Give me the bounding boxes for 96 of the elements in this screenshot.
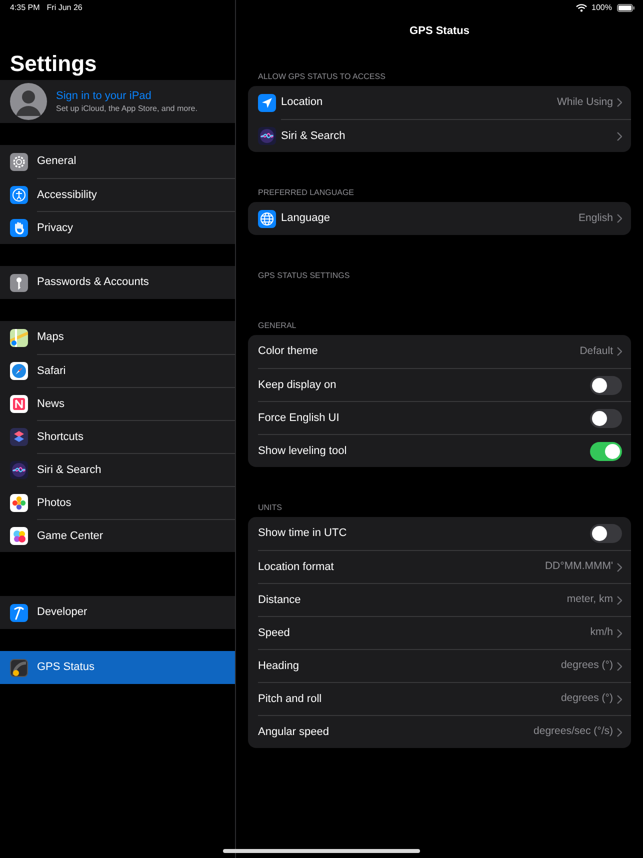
flower-icon [10,494,28,512]
section-header: PREFERRED LANGUAGE [258,187,354,199]
hammer-icon [10,604,28,622]
sidebar-item[interactable]: GPS Status [0,651,235,684]
row-label: Pitch and roll [258,692,323,707]
section-header: GPS STATUS SETTINGS [258,270,350,282]
row-value: Default [580,344,613,359]
sidebar-item-label: GPS Status [37,660,96,676]
siri-icon [258,126,276,144]
row-value: degrees/sec (°/s) [534,724,613,740]
row-value: While Using [556,94,613,110]
sidebar-title: Settings [10,53,97,75]
row-value: degrees (°) [560,658,613,674]
sidebar-item-label: Developer [37,605,88,620]
layers-icon [10,428,28,446]
chevron-icon [617,694,622,704]
account-title: Sign in to your iPad [56,89,152,103]
app-icon [10,658,28,676]
key-icon [10,274,28,292]
account-row[interactable]: Sign in to your iPad Set up iCloud, the App Store, and more. [0,80,235,123]
gear-icon [10,152,28,170]
row-label: Show leveling tool [258,444,348,459]
sidebar-item-label: Privacy [37,211,235,244]
row-label: Heading [258,658,300,674]
sidebar-item-label: News [37,387,235,420]
sidebar-item-label: Maps [37,330,65,346]
settings-row[interactable]: Show leveling tool [248,434,631,467]
sidebar-item-label: Safari [37,354,235,387]
page-title: GPS Status [410,24,470,39]
row-label: Show time in UTC [258,526,348,542]
chevron-icon [617,347,622,356]
settings-row[interactable]: Location While Using [248,86,631,119]
section-header: ALLOW GPS STATUS TO ACCESS [258,71,386,83]
siri-icon [10,460,28,478]
chevron-icon [617,728,622,736]
row-value: DD°MM.MMM' [544,559,613,574]
sidebar-item-label: Siri & Search [37,453,235,486]
settings-row[interactable]: Heading degrees (°) [248,649,631,682]
toggle-switch[interactable] [590,408,622,428]
row-label: Siri & Search [281,128,346,144]
chevron-icon [617,214,622,223]
row-label: Speed [258,626,291,641]
settings-row[interactable]: Speed km/h [248,616,631,649]
row-label: Keep display on [258,378,338,393]
status-time: 4:35 PM [10,2,40,14]
toggle-switch[interactable] [590,524,622,543]
hand-icon [10,218,28,236]
bubbles-icon [10,526,28,544]
row-label: Color theme [258,344,319,360]
sidebar-item-label: Photos [37,486,235,519]
accessibility-icon [10,186,28,204]
globe-icon [258,210,276,228]
chevron-icon [617,132,622,140]
compass-icon [10,362,28,380]
status-date: Fri Jun 26 [46,2,82,14]
row-value: meter, km [566,592,613,608]
wifi-icon [576,4,587,12]
row-label: Location format [258,560,335,575]
settings-row[interactable]: Force English UI [248,401,631,434]
row-label: Language [281,211,331,226]
account-subtitle: Set up iCloud, the App Store, and more. [56,103,198,114]
settings-row[interactable]: Distance meter, km [248,583,631,616]
row-value: English [578,210,613,226]
chevron-icon [617,596,622,604]
avatar-silhouette-icon [10,83,47,120]
sidebar-item-label: Shortcuts [37,420,235,453]
sidebar-item-label: General [37,154,78,170]
newspaper-icon [10,394,28,412]
row-label: Force English UI [258,410,340,426]
battery-percent: 100% [592,2,612,14]
row-value: degrees (°) [560,691,613,706]
row-label: Location [281,95,324,110]
map-icon [10,328,28,346]
sidebar-item-label: Accessibility [37,178,235,211]
settings-row[interactable]: Keep display on [248,368,631,401]
settings-row[interactable]: Show time in UTC [248,517,631,550]
row-label: Angular speed [258,724,330,740]
battery-icon [617,4,635,12]
sidebar-item-label: Passwords & Accounts [37,275,150,290]
settings-row[interactable]: Language English [248,202,631,235]
row-label: Distance [258,592,302,608]
chevron-icon [617,662,622,670]
section-header: UNITS [258,502,282,514]
chevron-icon [617,628,622,638]
settings-row[interactable]: Pitch and roll degrees (°) [248,682,631,715]
settings-row[interactable]: Siri & Search [248,119,631,152]
chevron-icon [617,562,622,572]
settings-row[interactable]: Location format DD°MM.MMM' [248,550,631,583]
settings-row[interactable]: Color theme Default [248,335,631,368]
toggle-switch[interactable] [590,442,622,460]
chevron-icon [617,98,622,107]
row-value: km/h [590,625,613,640]
section-header: GENERAL [258,320,296,332]
sidebar-item-label: Game Center [37,519,235,552]
toggle-switch[interactable] [590,376,622,394]
settings-row[interactable]: Angular speed degrees/sec (°/s) [248,715,631,748]
